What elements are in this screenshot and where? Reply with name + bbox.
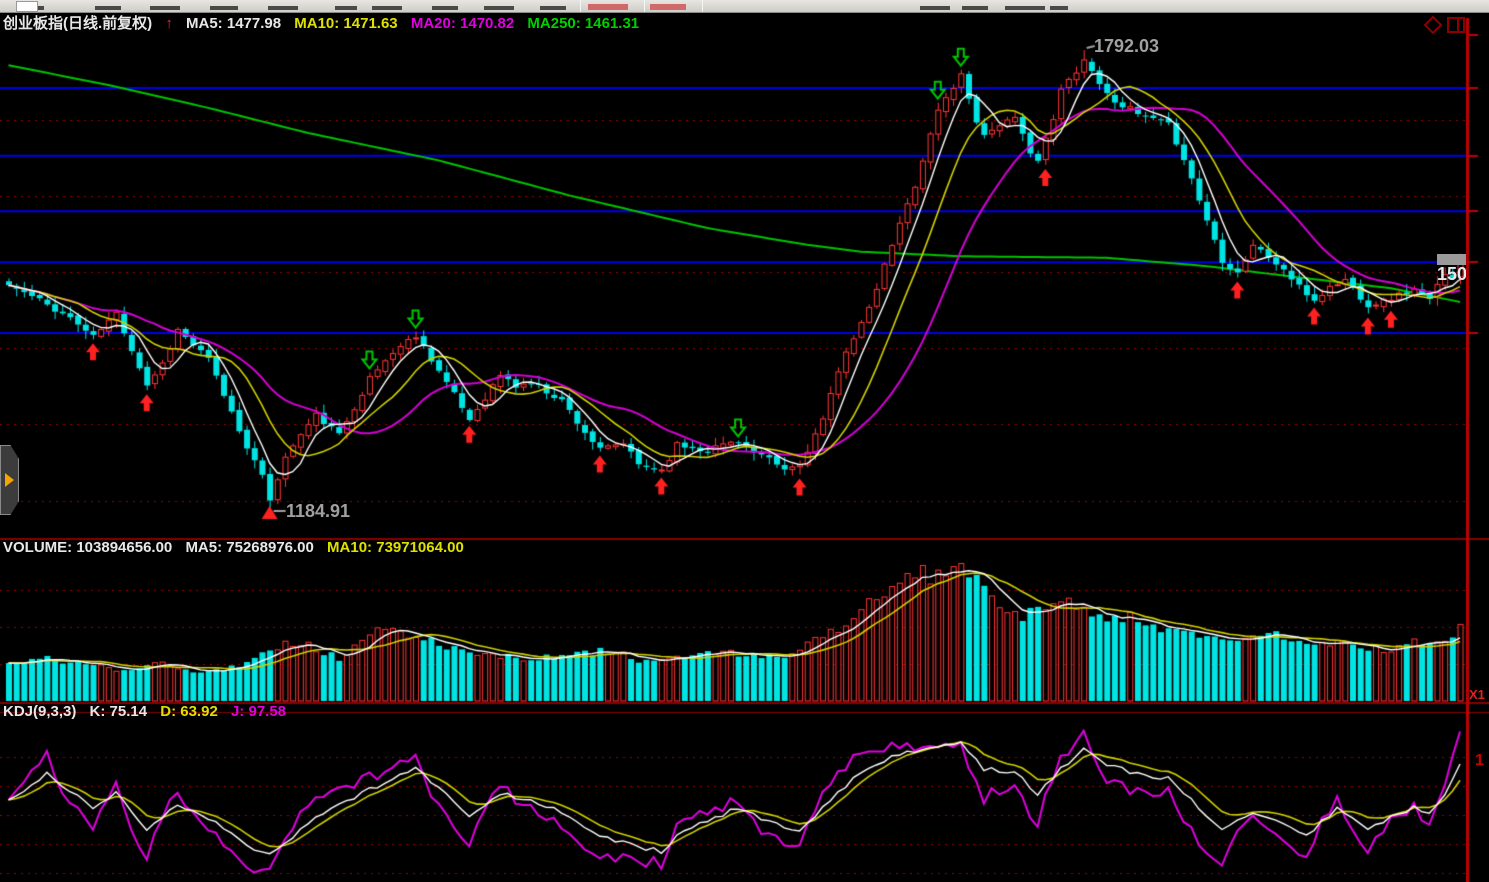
- instrument-title: 创业板指(日线.前复权): [3, 15, 152, 32]
- corner-icons-svg: [1424, 16, 1468, 34]
- kdj-panel-header: KDJ(9,3,3) K: 75.14 D: 63.92 J: 97.58: [3, 703, 295, 720]
- ma5-readout: MA5: 1477.98: [186, 15, 281, 32]
- volume-panel-header: VOLUME: 103894656.00 MA5: 75268976.00 MA…: [3, 539, 473, 556]
- volume-multiplier-label: X1: [1469, 687, 1485, 702]
- kdj-k-readout: K: 75.14: [90, 703, 148, 720]
- ma20-readout: MA20: 1470.82: [411, 15, 514, 32]
- chart-corner-icons: [1424, 16, 1468, 34]
- volume-ma5-readout: MA5: 75268976.00: [185, 539, 313, 556]
- ma250-readout: MA250: 1461.31: [527, 15, 639, 32]
- kdj-d-readout: D: 63.92: [160, 703, 218, 720]
- expand-arrow-icon: [5, 473, 14, 487]
- low-price-annotation: 1184.91: [286, 501, 350, 522]
- main-chart-header: 创业板指(日线.前复权) ↑ MA5: 1477.98 MA10: 1471.6…: [3, 12, 648, 33]
- kdj-title: KDJ(9,3,3): [3, 703, 76, 720]
- last-price-tag-label: 150: [1437, 264, 1466, 285]
- window-icon[interactable]: [1448, 18, 1464, 32]
- volume-ma10-readout: MA10: 73971064.00: [327, 539, 464, 556]
- kdj-axis-value-fragment: 1: [1475, 752, 1484, 770]
- trend-up-arrow-icon: ↑: [165, 15, 173, 32]
- diamond-icon[interactable]: [1425, 17, 1441, 33]
- peak-price-annotation: 1792.03: [1094, 36, 1159, 57]
- trading-app-window: 创业板指(日线.前复权) ↑ MA5: 1477.98 MA10: 1471.6…: [0, 0, 1489, 882]
- chart-canvas[interactable]: [0, 0, 1489, 882]
- panel-expand-handle[interactable]: [0, 445, 19, 515]
- volume-readout: VOLUME: 103894656.00: [3, 539, 172, 556]
- kdj-j-readout: J: 97.58: [231, 703, 286, 720]
- ma10-readout: MA10: 1471.63: [294, 15, 397, 32]
